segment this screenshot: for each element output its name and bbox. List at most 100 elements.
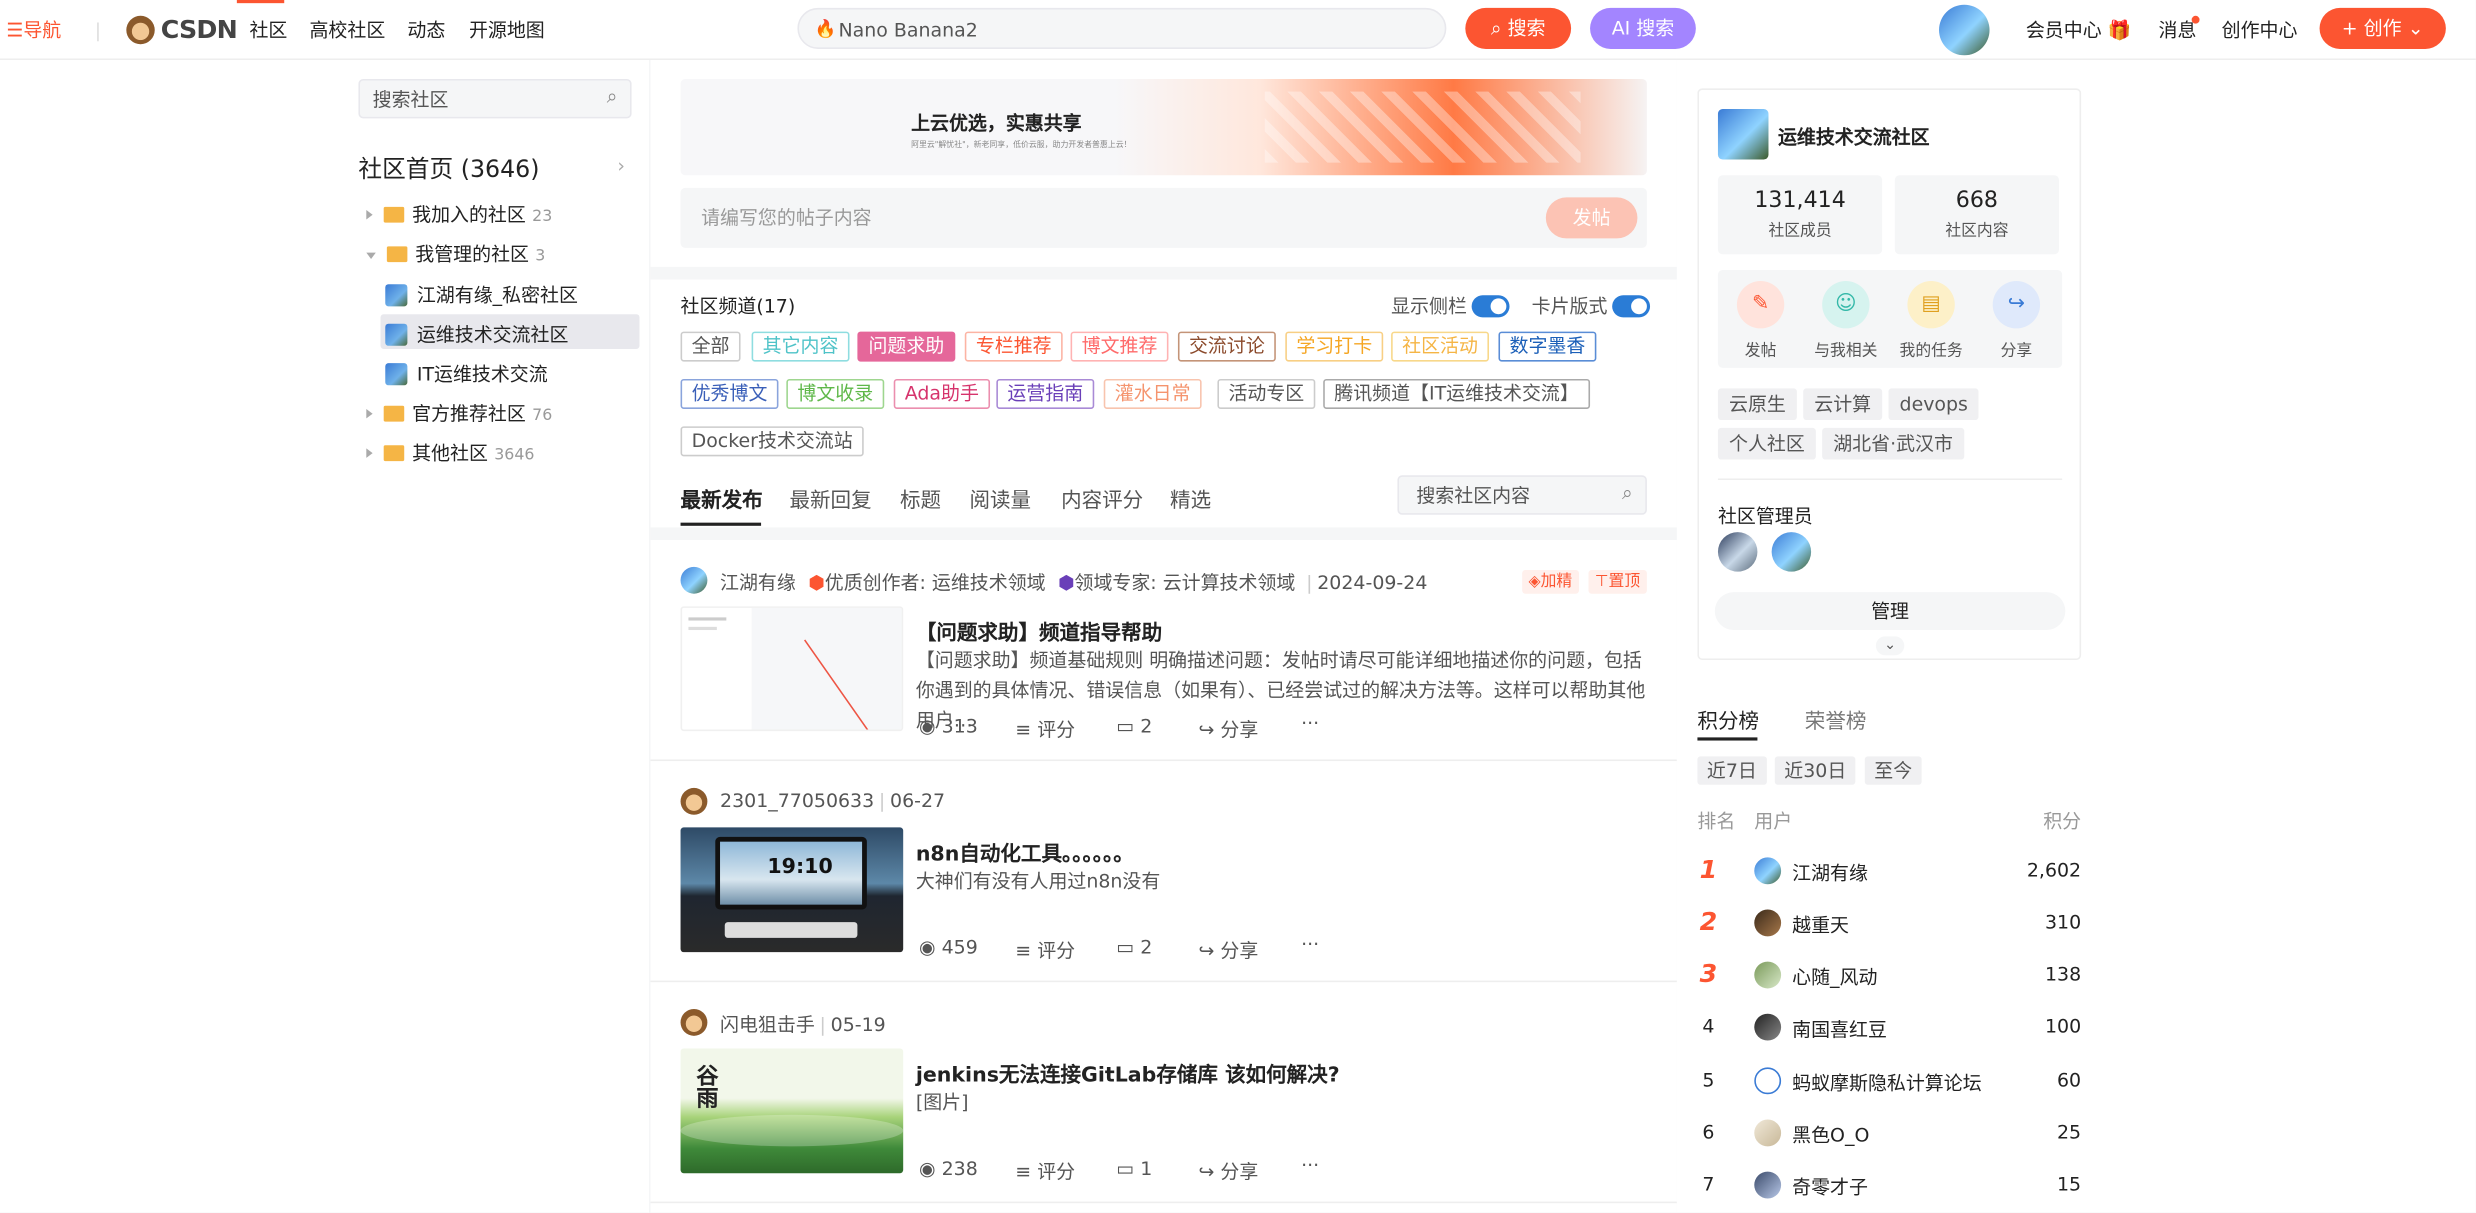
nav-link-community[interactable]: 社区 <box>249 0 287 60</box>
channel-tag[interactable]: Ada助手 <box>893 378 991 409</box>
action-related[interactable]: ☺ 与我相关 <box>1803 281 1888 360</box>
channel-tag[interactable]: 活动专区 <box>1217 378 1316 409</box>
search-button[interactable]: ⌕ 搜索 <box>1465 7 1572 49</box>
community-search-input[interactable]: 搜索社区 ⌕ <box>358 78 632 119</box>
leaderboard-row[interactable]: 1 江湖有缘 2,602 <box>1697 845 2081 897</box>
nav-menu-button[interactable]: ☰导航 <box>6 0 61 60</box>
leaderboard-row[interactable]: 4 南国喜红豆 100 <box>1697 1001 2081 1053</box>
nav-link-feed[interactable]: 动态 <box>407 0 445 60</box>
tree-item-ops-community[interactable]: 运维技术交流社区 <box>385 321 568 348</box>
messages-link[interactable]: 消息 <box>2158 0 2196 60</box>
csdn-logo[interactable]: CSDN <box>126 0 238 62</box>
channel-tag-all[interactable]: 全部 <box>680 331 741 362</box>
post-description[interactable]: [图片] <box>916 1088 1645 1118</box>
nav-link-opensource-map[interactable]: 开源地图 <box>469 0 545 60</box>
channel-tag[interactable]: 运营指南 <box>996 378 1095 409</box>
tab-title[interactable]: 标题 <box>900 483 941 513</box>
create-button[interactable]: + 创作 ⌄ <box>2319 7 2446 49</box>
post-composer[interactable]: 请编写您的帖子内容 发帖 <box>680 187 1647 248</box>
share-button[interactable]: ↪ 分享 <box>1198 936 1258 963</box>
channel-tag[interactable]: 博文收录 <box>786 378 885 409</box>
tree-joined[interactable]: 我加入的社区 23 <box>366 201 552 228</box>
tab-rating[interactable]: 内容评分 <box>1061 483 1143 513</box>
tab-views[interactable]: 阅读量 <box>970 483 1032 513</box>
channel-tag[interactable]: 社区活动 <box>1391 331 1490 362</box>
global-search-input[interactable]: 🔥 Nano Banana2 <box>797 7 1447 49</box>
community-name[interactable]: 运维技术交流社区 <box>1778 123 1930 150</box>
comment-button[interactable]: ▭ 2 <box>1116 936 1152 958</box>
channel-tag[interactable]: 灌水日常 <box>1103 378 1202 409</box>
period-all[interactable]: 至今 <box>1864 756 1922 785</box>
community-tag[interactable]: 云计算 <box>1803 388 1883 421</box>
admin-avatar[interactable] <box>1717 532 1758 572</box>
toggle-switch[interactable] <box>1612 295 1651 318</box>
community-logo[interactable] <box>1717 108 1769 160</box>
author-name[interactable]: 2301_77050633 <box>720 790 874 812</box>
share-button[interactable]: ↪ 分享 <box>1198 715 1258 742</box>
rate-button[interactable]: ≡ 评分 <box>1015 936 1075 963</box>
members-stat[interactable]: 131,414 社区成员 <box>1717 175 1883 255</box>
share-button[interactable]: ↪ 分享 <box>1198 1157 1258 1184</box>
toggle-switch[interactable] <box>1471 295 1510 318</box>
card-layout-toggle[interactable]: 卡片版式 <box>1532 292 1651 319</box>
leaderboard-row[interactable]: 2 越重天 310 <box>1697 897 2081 949</box>
period-30d[interactable]: 近30日 <box>1774 756 1856 785</box>
author-avatar[interactable] <box>680 566 708 594</box>
post-title[interactable]: n8n自动化工具。。。。。。 <box>916 837 1134 867</box>
tab-featured[interactable]: 精选 <box>1170 483 1211 513</box>
channel-tag[interactable]: 学习打卡 <box>1285 331 1384 362</box>
tree-managed[interactable]: 我管理的社区 3 <box>366 240 545 267</box>
community-tag[interactable]: devops <box>1888 388 1979 421</box>
channel-tag[interactable]: 腾讯频道【IT运维技术交流】 <box>1323 378 1590 409</box>
action-tasks[interactable]: ▤ 我的任务 <box>1888 281 1973 360</box>
action-post[interactable]: ✎ 发帖 <box>1718 281 1803 360</box>
leaderboard-row[interactable]: 5 蚂蚁摩斯隐私计算论坛 60 <box>1697 1055 2081 1107</box>
leaderboard-row[interactable]: 3 心随_风动 138 <box>1697 949 2081 1001</box>
tree-official[interactable]: 官方推荐社区 76 <box>366 399 552 426</box>
post-thumbnail[interactable]: 19:10 <box>680 827 904 953</box>
more-button[interactable]: ··· <box>1301 1154 1319 1176</box>
vip-center-link[interactable]: 会员中心 🎁 <box>2026 0 2131 60</box>
tab-latest[interactable]: 最新发布 <box>681 483 763 513</box>
post-card[interactable]: 江湖有缘 ⬢优质创作者: 运维技术领域 ⬢领域专家: 云计算技术领域 | 2024… <box>650 540 1677 762</box>
post-description[interactable]: 大神们有没有人用过n8n没有 <box>916 867 1645 897</box>
tab-latest-reply[interactable]: 最新回复 <box>790 483 872 513</box>
author-name[interactable]: 江湖有缘 <box>720 572 796 594</box>
sidebar-toggle[interactable]: 显示侧栏 <box>1391 292 1510 319</box>
post-title[interactable]: jenkins无法连接GitLab存储库 该如何解决? <box>916 1058 1340 1088</box>
channel-tag[interactable]: 优秀博文 <box>680 378 779 409</box>
ai-search-button[interactable]: AI 搜索 <box>1590 7 1696 49</box>
community-tag[interactable]: 湖北省·武汉市 <box>1822 427 1965 460</box>
post-card[interactable]: 2301_77050633 | 06-27 19:10 n8n自动化工具。。。。。。… <box>650 761 1677 983</box>
author-avatar[interactable] <box>680 1008 708 1036</box>
feed-search-input[interactable]: 搜索社区内容 ⌕ <box>1397 475 1647 515</box>
admin-avatar[interactable] <box>1771 532 1812 572</box>
author-name[interactable]: 闪电狙击手 <box>720 1014 815 1036</box>
more-button[interactable]: ··· <box>1301 712 1319 734</box>
chevron-down-icon[interactable]: ⌄ <box>1875 636 1905 656</box>
tab-honor[interactable]: 荣誉榜 <box>1805 704 1867 735</box>
creator-center-link[interactable]: 创作中心 <box>2222 0 2298 60</box>
contents-stat[interactable]: 668 社区内容 <box>1894 175 2060 255</box>
leaderboard-row[interactable]: 7 奇零才子 15 <box>1697 1159 2081 1211</box>
manage-button[interactable]: 管理 <box>1714 592 2066 631</box>
post-title[interactable]: 【问题求助】频道指导帮助 <box>916 616 1162 646</box>
comment-button[interactable]: ▭ 1 <box>1116 1157 1152 1179</box>
period-7d[interactable]: 近7日 <box>1697 756 1767 785</box>
post-card[interactable]: 闪电狙击手 | 05-19 谷雨 jenkins无法连接GitLab存储库 该如何解… <box>650 982 1677 1204</box>
post-thumbnail[interactable] <box>680 606 904 732</box>
tree-item-private-community[interactable]: 江湖有缘_私密社区 <box>385 281 578 308</box>
comment-button[interactable]: ▭ 2 <box>1116 715 1152 737</box>
nav-link-campus[interactable]: 高校社区 <box>309 0 385 60</box>
promo-banner[interactable]: 上云优选，实惠共享 阿里云"解忧社"，新老同享，低价云服，助力开发者普惠上云！ <box>680 78 1647 176</box>
post-thumbnail[interactable]: 谷雨 <box>680 1048 904 1174</box>
action-share[interactable]: ↪ 分享 <box>1974 281 2059 360</box>
channel-tag[interactable]: 专栏推荐 <box>964 331 1063 362</box>
leaderboard-row[interactable]: 6 黑色O_O 25 <box>1697 1107 2081 1159</box>
rate-button[interactable]: ≡ 评分 <box>1015 1157 1075 1184</box>
tree-other[interactable]: 其他社区 3646 <box>366 439 534 466</box>
channel-tag[interactable]: 其它内容 <box>751 331 850 362</box>
more-button[interactable]: ··· <box>1301 933 1319 955</box>
channel-tag[interactable]: 交流讨论 <box>1177 331 1276 362</box>
tab-points[interactable]: 积分榜 <box>1697 704 1759 735</box>
